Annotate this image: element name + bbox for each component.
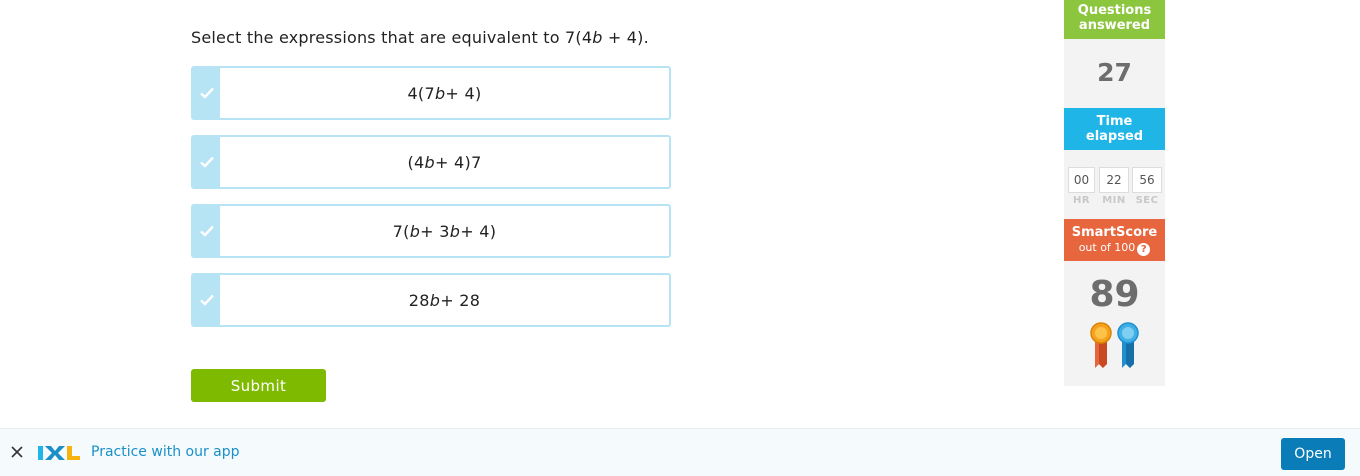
answer-choice[interactable]: (4 b + 4)7: [191, 135, 671, 189]
expression-text: + 4): [445, 83, 482, 103]
smartscore-header: SmartScore out of 100?: [1064, 219, 1165, 261]
checkbox-tab[interactable]: [193, 206, 220, 256]
answer-choice-label: 4(7 b + 4): [220, 68, 669, 118]
app-banner: Practice with our app Open: [0, 428, 1360, 476]
checkbox-tab[interactable]: [193, 68, 220, 118]
answer-choice-label: 7(b + 3b + 4): [220, 206, 669, 256]
banner-message: Practice with our app: [91, 444, 240, 460]
blue-ribbon-icon: [1117, 322, 1139, 368]
expression-text: 4(7: [407, 83, 435, 103]
variable-text: b: [424, 152, 435, 172]
expression-text: + 4)7: [434, 152, 482, 172]
answer-choice[interactable]: 7(b + 3b + 4): [191, 204, 671, 258]
questions-answered-count: 27: [1097, 58, 1132, 87]
timer-minutes-label: MIN: [1102, 195, 1126, 206]
expression-text: + 3: [420, 221, 450, 241]
variable-text: b: [449, 221, 461, 241]
checkbox-tab[interactable]: [193, 137, 220, 187]
check-icon: [199, 156, 214, 168]
variable-text: b: [409, 221, 421, 241]
timer-minutes: 22: [1099, 167, 1129, 193]
timer-hours-label: HR: [1072, 195, 1091, 206]
check-icon: [199, 225, 214, 237]
help-icon[interactable]: ?: [1137, 243, 1151, 256]
expression-text: + 4): [460, 221, 497, 241]
time-elapsed-header: Time elapsed: [1064, 108, 1165, 150]
ixl-logo: [38, 446, 80, 460]
variable-text: b: [429, 290, 441, 310]
check-icon: [199, 87, 214, 99]
sidebar: Questions answered 27 Time elapsed 00 22…: [1064, 0, 1165, 386]
open-app-button[interactable]: Open: [1281, 438, 1345, 470]
expression-text: + 28: [440, 290, 481, 310]
question-prompt: Select the expressions that are equivale…: [191, 28, 649, 47]
answer-choice-label: (4 b + 4)7: [220, 137, 669, 187]
smartscore-title: SmartScore: [1071, 225, 1158, 240]
expression-text: 28: [408, 290, 430, 310]
variable-text: b: [434, 83, 446, 103]
questions-answered-header: Questions answered: [1064, 0, 1165, 39]
check-icon: [199, 294, 214, 306]
gold-ribbon-icon: [1090, 322, 1112, 368]
answer-choice-label: 28 b + 28: [220, 275, 669, 325]
close-icon[interactable]: [9, 444, 25, 460]
timer-hours: 00: [1068, 167, 1095, 193]
expression-text: 7(: [392, 221, 410, 241]
checkbox-tab[interactable]: [193, 275, 220, 325]
answer-choice[interactable]: 4(7 b + 4): [191, 66, 671, 120]
timer-seconds-label: SEC: [1135, 195, 1159, 206]
smartscore-subtitle: out of 100?: [1064, 241, 1165, 256]
answer-choice[interactable]: 28 b + 28: [191, 273, 671, 327]
submit-button[interactable]: Submit: [191, 369, 326, 402]
expression-text: (4: [407, 152, 425, 172]
smartscore-value: 89: [1089, 274, 1140, 315]
timer-seconds: 56: [1132, 167, 1162, 193]
